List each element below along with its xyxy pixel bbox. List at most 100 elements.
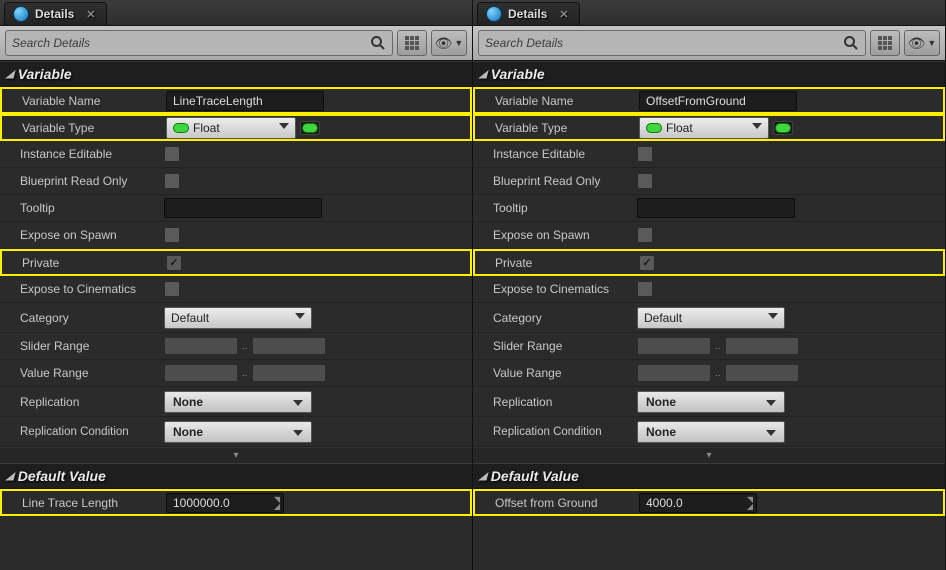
row-tooltip: Tooltip [0,195,472,222]
row-blueprint-read-only: Blueprint Read Only [0,168,472,195]
close-icon[interactable]: ✕ [559,8,568,21]
slider-range-max[interactable] [725,337,799,355]
section-variable[interactable]: ◢ Variable [0,61,472,87]
section-title: Variable [18,66,72,82]
property-matrix-button[interactable] [870,30,900,56]
row-slider-range: Slider Range.. [473,333,945,360]
chevron-down-icon [768,313,778,319]
row-private: Private [473,249,945,276]
input-variable-name[interactable]: OffsetFromGround [639,91,797,111]
combo-replication[interactable]: None [164,391,312,413]
tab-details[interactable]: Details ✕ [4,2,107,25]
chevron-down-icon [752,123,762,129]
section-expand-button[interactable]: ▾ [0,447,472,463]
check-instance-editable[interactable] [637,146,653,162]
value-range-min[interactable] [164,364,238,382]
search-placeholder: Search Details [485,36,563,50]
section-expand-button[interactable]: ▾ [473,447,945,463]
row-expose-on-spawn: Expose on Spawn [473,222,945,249]
section-title: Default Value [491,468,579,484]
check-private[interactable] [639,255,655,271]
chevron-down-icon [293,400,303,406]
spinner-icon[interactable]: ◥◢ [274,496,280,510]
property-matrix-button[interactable] [397,30,427,56]
slider-range-min[interactable] [164,337,238,355]
combo-category[interactable]: Default [637,307,785,329]
slider-range-min[interactable] [637,337,711,355]
chevron-down-icon [293,430,303,436]
eye-icon: 👁 [435,36,453,50]
slider-range-max[interactable] [252,337,326,355]
row-replication-condition: Replication ConditionNone [473,417,945,447]
row-private: Private [0,249,472,276]
row-default-value: Offset from Ground 4000.0◥◢ [473,489,945,516]
container-type-button[interactable] [773,121,793,135]
row-value-range: Value Range.. [473,360,945,387]
check-expose-on-spawn[interactable] [637,227,653,243]
type-pill-icon [173,123,189,133]
input-default-value[interactable]: 1000000.0◥◢ [166,493,284,513]
search-input[interactable]: Search Details [478,30,866,56]
disclosure-icon: ◢ [6,471,14,482]
search-icon [370,35,386,51]
tab-details[interactable]: Details ✕ [477,2,580,25]
matrix-icon [878,36,892,50]
container-type-button[interactable] [300,121,320,135]
view-options-button[interactable]: 👁 ▼ [431,30,467,56]
row-default-value: Line Trace Length 1000000.0◥◢ [0,489,472,516]
close-icon[interactable]: ✕ [86,8,95,21]
chevron-down-icon [766,400,776,406]
section-variable[interactable]: ◢ Variable [473,61,945,87]
spinner-icon[interactable]: ◥◢ [747,496,753,510]
check-private[interactable] [166,255,182,271]
disclosure-icon: ◢ [479,471,487,482]
search-icon [843,35,859,51]
chevron-down-icon [766,430,776,436]
value-range-max[interactable] [725,364,799,382]
input-tooltip[interactable] [637,198,795,218]
section-default-value[interactable]: ◢ Default Value [0,463,472,489]
input-tooltip[interactable] [164,198,322,218]
row-category: CategoryDefault [0,303,472,333]
check-blueprint-read-only[interactable] [637,173,653,189]
eye-icon: 👁 [908,36,926,50]
input-variable-name[interactable]: LineTraceLength [166,91,324,111]
check-expose-cinematics[interactable] [637,281,653,297]
input-default-value[interactable]: 4000.0◥◢ [639,493,757,513]
check-instance-editable[interactable] [164,146,180,162]
check-blueprint-read-only[interactable] [164,173,180,189]
search-input[interactable]: Search Details [5,30,393,56]
tab-title: Details [508,7,547,21]
row-tooltip: Tooltip [473,195,945,222]
combo-replication-condition[interactable]: None [637,421,785,443]
info-icon [486,6,502,22]
row-replication: ReplicationNone [0,387,472,417]
tab-bar: Details ✕ [0,0,472,26]
row-variable-name: Variable Name OffsetFromGround [473,87,945,114]
view-options-button[interactable]: 👁 ▼ [904,30,940,56]
chevron-down-icon [295,313,305,319]
section-title: Variable [491,66,545,82]
value-range-max[interactable] [252,364,326,382]
chevron-down-icon [279,123,289,129]
combo-category[interactable]: Default [164,307,312,329]
row-expose-cinematics: Expose to Cinematics [473,276,945,303]
value-range-min[interactable] [637,364,711,382]
row-expose-cinematics: Expose to Cinematics [0,276,472,303]
check-expose-on-spawn[interactable] [164,227,180,243]
disclosure-icon: ◢ [479,69,487,80]
combo-replication[interactable]: None [637,391,785,413]
label-variable-type: Variable Type [475,116,635,139]
combo-replication-condition[interactable]: None [164,421,312,443]
check-expose-cinematics[interactable] [164,281,180,297]
row-blueprint-read-only: Blueprint Read Only [473,168,945,195]
row-instance-editable: Instance Editable [0,141,472,168]
row-category: CategoryDefault [473,303,945,333]
section-default-value[interactable]: ◢ Default Value [473,463,945,489]
row-replication: ReplicationNone [473,387,945,417]
combo-variable-type[interactable]: Float [639,117,769,139]
label-default-value: Line Trace Length [2,491,162,514]
combo-variable-type[interactable]: Float [166,117,296,139]
section-title: Default Value [18,468,106,484]
details-panel-right: Details ✕ Search Details 👁 ▼ ◢ Variable … [473,0,946,570]
